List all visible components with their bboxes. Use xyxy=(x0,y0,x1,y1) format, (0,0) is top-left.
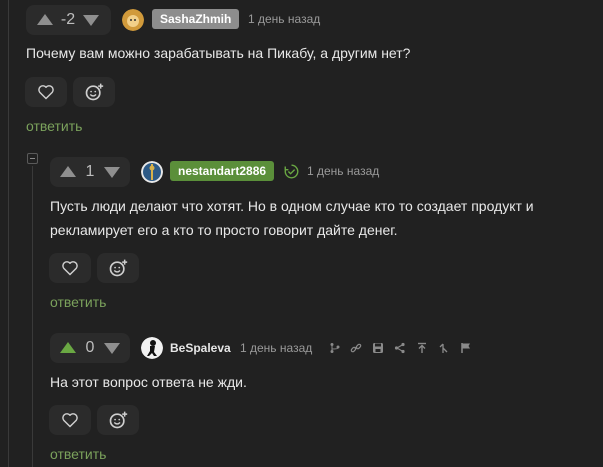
user-avatar-icon xyxy=(122,9,144,31)
username-badge[interactable]: nestandart2886 xyxy=(170,161,275,181)
rating-count: 1 xyxy=(85,163,95,180)
rating-count: 0 xyxy=(85,339,95,356)
collapse-toggle[interactable] xyxy=(27,153,38,164)
rating-count: -2 xyxy=(60,11,76,28)
upvote-icon xyxy=(37,14,53,25)
reply-link[interactable]: ответить xyxy=(50,293,106,311)
user-avatar-icon xyxy=(141,161,163,183)
username-badge[interactable]: SashaZhmih xyxy=(152,9,240,29)
report-flag-icon[interactable] xyxy=(459,341,473,355)
reply-link[interactable]: ответить xyxy=(50,445,106,463)
comment-text: Пусть люди делают что хотят. Но в одном … xyxy=(50,198,534,238)
vote-widget: -2 xyxy=(26,5,111,35)
heart-icon xyxy=(38,85,54,100)
comment-text: Почему вам можно зарабатывать на Пикабу,… xyxy=(26,45,411,61)
parent-comment-icon[interactable] xyxy=(437,341,451,355)
vote-widget: 0 xyxy=(50,333,130,363)
reply-link[interactable]: ответить xyxy=(26,117,82,135)
thread-line-nested xyxy=(32,166,33,467)
link-icon[interactable] xyxy=(349,341,363,355)
downvote-icon xyxy=(104,343,120,354)
reaction-button[interactable] xyxy=(97,405,139,435)
like-button[interactable] xyxy=(49,253,91,283)
downvote-button[interactable] xyxy=(102,338,122,358)
upvote-button[interactable] xyxy=(58,338,78,358)
upvote-icon xyxy=(60,342,76,353)
verified-icon xyxy=(284,164,299,182)
comment-text: На этот вопрос ответа не жди. xyxy=(50,374,247,390)
avatar[interactable] xyxy=(141,337,163,359)
user-avatar-icon xyxy=(141,337,163,359)
branch-icon[interactable] xyxy=(328,341,342,355)
upvote-icon xyxy=(60,166,76,177)
scroll-top-icon[interactable] xyxy=(415,341,429,355)
share-icon[interactable] xyxy=(393,341,407,355)
emoji-icon xyxy=(109,259,128,277)
like-button[interactable] xyxy=(25,77,67,107)
reaction-button[interactable] xyxy=(97,253,139,283)
reaction-button[interactable] xyxy=(73,77,115,107)
like-button[interactable] xyxy=(49,405,91,435)
username[interactable]: BeSpaleva xyxy=(170,338,231,358)
downvote-button[interactable] xyxy=(102,162,122,182)
heart-icon xyxy=(62,261,78,276)
downvote-icon xyxy=(104,167,120,178)
emoji-icon xyxy=(109,411,128,429)
heart-icon xyxy=(62,413,78,428)
avatar[interactable] xyxy=(122,9,144,31)
comment-time[interactable]: 1 день назад xyxy=(307,161,379,181)
downvote-button[interactable] xyxy=(81,10,101,30)
avatar[interactable] xyxy=(141,161,163,183)
upvote-button[interactable] xyxy=(35,10,55,30)
downvote-icon xyxy=(83,15,99,26)
emoji-icon xyxy=(85,83,104,101)
comment-time[interactable]: 1 день назад xyxy=(240,338,312,358)
thread-line xyxy=(8,0,9,467)
save-icon[interactable] xyxy=(371,341,385,355)
comment-time[interactable]: 1 день назад xyxy=(248,9,320,29)
upvote-button[interactable] xyxy=(58,162,78,182)
vote-widget: 1 xyxy=(50,157,130,187)
